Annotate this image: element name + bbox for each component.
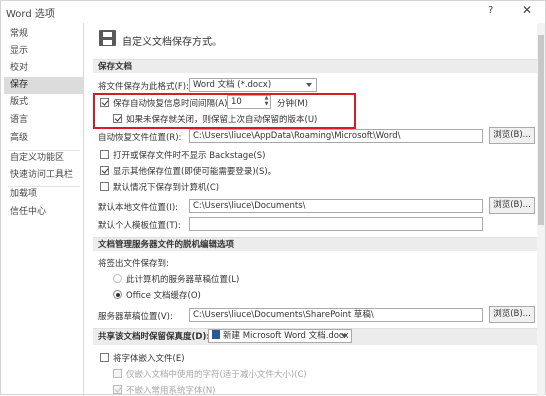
window-title: Word 选项 (6, 9, 55, 20)
browse-default-local-button[interactable]: 浏览(B)... (489, 197, 535, 214)
section-offline-editing: 文档管理服务器文件的脱机编辑选项 (93, 237, 539, 251)
word-options-window: Word 选项 ? ✕ 常规 显示 校对 保存 版式 语言 高级 自定义功能区 … (0, 0, 546, 396)
highlight-annotation-box (93, 93, 356, 129)
server-drafts-radio[interactable] (113, 274, 122, 283)
autorecover-location-label: 自动恢复文件位置(R): (98, 133, 182, 143)
settings-panel: 自定义文档保存方式。 保存文档 将文件保存为此格式(F): Word 文档 (*… (89, 23, 544, 396)
sidebar-item-trust-center[interactable]: 信任中心 (4, 204, 83, 221)
save-disk-icon (99, 30, 116, 46)
embed-fonts-label: 将字体嵌入文件(E) (113, 354, 185, 364)
sidebar-item-proofing[interactable]: 校对 (4, 60, 83, 77)
sidebar-item-advanced[interactable]: 高级 (4, 130, 83, 147)
sidebar-item-display[interactable]: 显示 (4, 43, 83, 60)
sidebar-item-save[interactable]: 保存 (4, 77, 83, 94)
embed-used-chars-checkbox[interactable] (113, 369, 122, 378)
server-drafts-location-label: 服务器草稿位置(V): (98, 312, 173, 322)
save-format-label: 将文件保存为此格式(F): (98, 82, 189, 92)
vertical-scrollbar[interactable] (537, 23, 545, 396)
personal-templates-label: 默认个人模板位置(T): (98, 221, 181, 231)
embed-used-chars-label: 仅嵌入文档中使用的字符(适于减小文件大小)(C) (126, 370, 307, 380)
embed-fonts-checkbox[interactable] (100, 353, 109, 362)
sidebar-item-add-ins[interactable]: 加载项 (4, 186, 83, 203)
office-cache-radio-label: Office 文档缓存(O) (126, 291, 201, 301)
personal-templates-input[interactable] (189, 217, 483, 231)
scrollbar-thumb[interactable] (538, 35, 544, 225)
sidebar-item-quick-access-toolbar[interactable]: 快速访问工具栏 (4, 167, 83, 184)
browse-server-drafts-button[interactable]: 浏览(B)... (489, 306, 535, 323)
sidebar-item-general[interactable]: 常规 (4, 26, 83, 43)
default-local-location-input[interactable]: C:\Users\liuce\Documents\ (189, 199, 483, 213)
default-local-location-label: 默认本地文件位置(I): (98, 203, 179, 213)
save-checked-out-label: 将签出文件保存到: (98, 259, 169, 269)
help-icon[interactable]: ? (488, 5, 493, 16)
close-icon[interactable]: ✕ (522, 3, 532, 17)
no-common-fonts-label: 不嵌入常用系统字体(N) (126, 386, 216, 396)
title-bar: Word 选项 ? ✕ (1, 1, 546, 23)
browse-autorecover-button[interactable]: 浏览(B)... (489, 127, 535, 144)
word-document-icon (212, 330, 220, 339)
no-common-fonts-checkbox[interactable] (113, 385, 122, 394)
fidelity-label: 共享该文档时保留保真度(D): (98, 332, 210, 342)
show-extra-locations-label: 显示其他保存位置(即使可能需要登录)(S)。 (113, 167, 277, 177)
office-cache-radio[interactable] (113, 290, 122, 299)
sidebar-item-language[interactable]: 语言 (4, 112, 83, 129)
server-drafts-location-input[interactable]: C:\Users\liuce\Documents\SharePoint 草稿\ (189, 308, 483, 322)
fidelity-document-dropdown[interactable]: 新建 Microsoft Word 文档.docx (208, 329, 352, 343)
autorecover-location-input[interactable]: C:\Users\liuce\AppData\Roaming\Microsoft… (189, 129, 483, 143)
page-title: 自定义文档保存方式。 (122, 37, 222, 48)
hide-backstage-label: 打开或保存文件时不显示 Backstage(S) (113, 151, 266, 161)
save-format-dropdown[interactable]: Word 文档 (*.docx) (189, 78, 317, 92)
sidebar-item-layout[interactable]: 版式 (4, 94, 83, 111)
fidelity-document-name: 新建 Microsoft Word 文档.docx (223, 331, 349, 341)
sidebar-item-customize-ribbon[interactable]: 自定义功能区 (4, 150, 83, 167)
save-to-computer-label: 默认情况下保存到计算机(C) (113, 183, 220, 193)
server-drafts-radio-label: 此计算机的服务器草稿位置(L) (126, 275, 240, 285)
hide-backstage-checkbox[interactable] (100, 150, 109, 159)
show-extra-locations-checkbox[interactable] (100, 166, 109, 175)
section-save-documents: 保存文档 (93, 59, 539, 73)
sidebar: 常规 显示 校对 保存 版式 语言 高级 自定义功能区 快速访问工具栏 加载项 … (4, 23, 84, 396)
save-to-computer-checkbox[interactable] (100, 182, 109, 191)
